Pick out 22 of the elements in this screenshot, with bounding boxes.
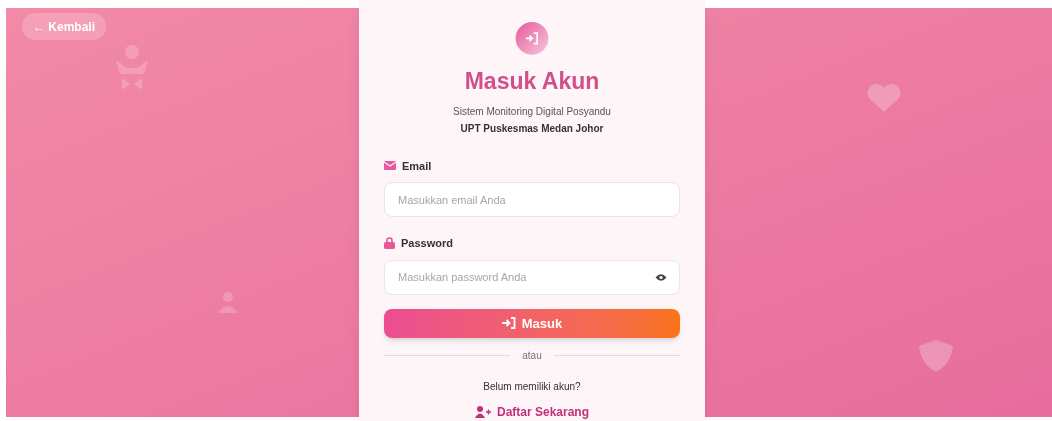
heart-icon (866, 84, 902, 112)
envelope-icon (384, 161, 396, 171)
login-icon (501, 317, 516, 330)
login-button[interactable]: Masuk (384, 308, 680, 338)
lock-icon (384, 237, 395, 250)
add-user-icon (474, 406, 491, 418)
register-prompt: Belum memiliki akun? (483, 380, 581, 394)
field-label: Password (401, 236, 453, 252)
register-link[interactable]: Daftar Sekarang (474, 403, 589, 421)
eye-icon[interactable] (655, 272, 667, 282)
app-subtitle: Sistem Monitoring Digital Posyandu (453, 104, 611, 119)
shield-icon (919, 340, 953, 372)
email-field[interactable]: Masukkan email Anda (384, 182, 680, 218)
baby-icon (114, 44, 150, 90)
login-icon (513, 22, 551, 55)
person-icon (218, 291, 238, 313)
login-title: Masuk Akun (464, 66, 600, 95)
back-button[interactable]: ← Kembali (22, 13, 106, 40)
field-label: Email (402, 158, 432, 174)
organization-name: UPT Puskesmas Medan Johor (460, 121, 604, 136)
divider-label: atau (522, 349, 542, 363)
password-field[interactable]: Masukkan password Anda (384, 259, 680, 295)
